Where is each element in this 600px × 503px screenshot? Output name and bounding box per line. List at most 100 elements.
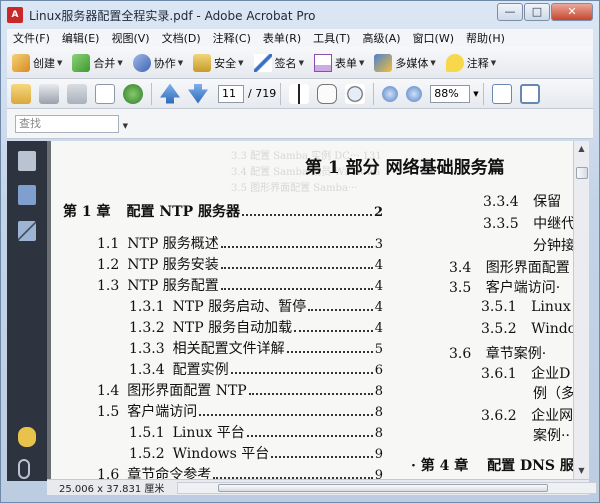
- comment-label: 注释: [466, 56, 489, 70]
- menu-document[interactable]: 文档(D): [156, 30, 207, 46]
- attachments-icon[interactable]: [18, 459, 30, 479]
- toc-entry[interactable]: 3.3.4 保留: [483, 191, 561, 211]
- toc-entry[interactable]: 第 1 章 配置 NTP 服务器 2: [63, 201, 383, 221]
- form-icon: [313, 53, 332, 72]
- page-thumbnails-icon[interactable]: [18, 151, 36, 171]
- toc-title: Windows 平台: [172, 446, 270, 462]
- toc-entry[interactable]: · 第 4 章 配置 DNS 服: [411, 455, 573, 475]
- toc-entry[interactable]: 1.6 章节命令参考 9: [97, 464, 383, 479]
- hand-tool-icon[interactable]: [317, 83, 338, 104]
- secure-button[interactable]: 安全 ▼: [188, 53, 248, 72]
- toc-entry[interactable]: 1.4 图形界面配置 NTP 8: [97, 380, 383, 400]
- find-placeholder: 查找: [19, 116, 41, 130]
- toc-title: 企业D: [531, 366, 571, 382]
- toc-number: 1.4: [97, 383, 120, 399]
- combine-button[interactable]: 合并 ▼: [67, 53, 127, 72]
- toc-entry[interactable]: 3.4 图形界面配置: [449, 257, 570, 277]
- open-folder-icon[interactable]: [11, 83, 31, 104]
- toc-title: 案例··: [533, 428, 570, 444]
- toc-entry[interactable]: 3.5.2 Windo: [481, 321, 573, 337]
- menu-window[interactable]: 窗口(W): [407, 30, 460, 46]
- toc-number: 第 1 章: [63, 204, 111, 220]
- zoom-marquee-icon[interactable]: [345, 83, 366, 104]
- chevron-down-icon[interactable]: ▼: [473, 90, 478, 98]
- toc-entry[interactable]: 1.3 NTP 服务配置 4: [97, 275, 383, 295]
- select-cursor-icon[interactable]: [289, 83, 310, 104]
- acrobat-window: A Linux服务器配置全程实录.pdf - Adobe Acrobat Pro…: [0, 0, 600, 503]
- toc-entry[interactable]: 3.5 客户端访问·: [449, 277, 560, 297]
- toc-leader: [220, 288, 373, 290]
- toc-entry[interactable]: 1.3.1 NTP 服务启动、暂停 4: [129, 296, 383, 316]
- toc-entry[interactable]: 1.3.3 相关配置文件详解 5: [129, 338, 383, 358]
- toc-page: 8: [374, 384, 383, 399]
- minimize-button[interactable]: —: [497, 3, 523, 21]
- page-number-input[interactable]: 11: [218, 84, 244, 103]
- menu-comments[interactable]: 注释(C): [207, 30, 257, 46]
- toc-entry[interactable]: 3.6.2 企业网: [481, 405, 573, 425]
- toc-number: 1.3: [97, 278, 120, 294]
- vertical-scrollbar[interactable]: ▲ ▼: [573, 141, 589, 479]
- next-page-icon[interactable]: [188, 83, 208, 104]
- toc-title: 客户端访问: [127, 404, 198, 420]
- restore-button[interactable]: □: [524, 3, 550, 21]
- menu-edit[interactable]: 编辑(E): [56, 30, 106, 46]
- create-button[interactable]: 创建 ▼: [7, 53, 67, 72]
- window-title: Linux服务器配置全程实录.pdf - Adobe Acrobat Pro: [29, 8, 316, 23]
- scroll-thumb[interactable]: [218, 484, 548, 492]
- toc-title: NTP 服务自动加载: [172, 320, 293, 336]
- toc-entry[interactable]: 3.6 章节案例·: [449, 343, 546, 363]
- window-controls: — □ ✕: [496, 3, 593, 21]
- comments-panel-icon[interactable]: [18, 427, 36, 447]
- menu-file[interactable]: 文件(F): [7, 30, 56, 46]
- toc-entry[interactable]: 案例··: [533, 425, 570, 445]
- horizontal-scrollbar[interactable]: [177, 482, 597, 494]
- multimedia-button[interactable]: 多媒体 ▼: [369, 53, 440, 72]
- toc-page: 4: [374, 321, 383, 336]
- scroll-down-icon[interactable]: ▼: [574, 463, 589, 479]
- print-icon[interactable]: [39, 83, 59, 104]
- toc-entry[interactable]: 3.6.1 企业D: [481, 363, 570, 383]
- toc-entry[interactable]: 1.3.4 配置实例 6: [129, 359, 383, 379]
- fit-page-icon[interactable]: [491, 83, 512, 104]
- close-button[interactable]: ✕: [551, 3, 593, 21]
- menu-tools[interactable]: 工具(T): [307, 30, 356, 46]
- scroll-thumb[interactable]: [576, 167, 588, 179]
- upload-icon[interactable]: [123, 83, 143, 104]
- toc-entry[interactable]: 1.2 NTP 服务安装 4: [97, 254, 383, 274]
- signatures-icon[interactable]: [18, 221, 36, 241]
- zoom-level-field[interactable]: 88%: [430, 84, 471, 103]
- menu-view[interactable]: 视图(V): [105, 30, 155, 46]
- toc-entry[interactable]: 1.5.2 Windows 平台 9: [129, 443, 383, 463]
- toc-number: 1.3.1: [129, 299, 165, 315]
- toc-entry[interactable]: 1.5.1 Linux 平台 8: [129, 422, 383, 442]
- toc-title: 章节案例·: [485, 346, 547, 362]
- comment-button[interactable]: 注释 ▼: [441, 53, 501, 72]
- email-icon[interactable]: [95, 83, 115, 104]
- scroll-up-icon[interactable]: ▲: [574, 141, 589, 157]
- toc-title: 相关配置文件详解: [172, 341, 285, 357]
- document-viewport[interactable]: 3.3 配置 Samba 实例 DC··· 131 3.4 配置 Samba 成…: [47, 141, 573, 479]
- save-icon[interactable]: [67, 83, 87, 104]
- toc-entry[interactable]: 分钟接: [533, 235, 573, 255]
- toc-entry[interactable]: 1.3.2 NTP 服务自动加载 4: [129, 317, 383, 337]
- zoom-out-icon[interactable]: [382, 85, 399, 102]
- full-screen-icon[interactable]: [519, 83, 540, 104]
- chevron-down-icon: ▼: [358, 58, 365, 67]
- toc-entry[interactable]: 例（多: [533, 383, 573, 403]
- toc-entry[interactable]: 1.5 客户端访问 8: [97, 401, 383, 421]
- find-input[interactable]: 查找 ▼: [15, 114, 128, 133]
- previous-page-icon[interactable]: [160, 83, 180, 104]
- collaborate-button[interactable]: 协作 ▼: [128, 53, 188, 72]
- toc-entry[interactable]: 1.1 NTP 服务概述 3: [97, 233, 383, 253]
- toc-entry[interactable]: 3.5.1 Linux: [481, 299, 571, 315]
- toc-entry[interactable]: 3.3.5 中继代: [483, 213, 573, 233]
- chevron-down-icon[interactable]: ▼: [123, 118, 128, 134]
- zoom-in-icon[interactable]: [406, 85, 423, 102]
- menu-help[interactable]: 帮助(H): [460, 30, 511, 46]
- forms-label: 表单: [334, 56, 357, 70]
- sign-button[interactable]: 签名 ▼: [249, 53, 309, 72]
- menu-advanced[interactable]: 高级(A): [356, 30, 406, 46]
- menu-forms[interactable]: 表单(R): [257, 30, 307, 46]
- bookmarks-icon[interactable]: [18, 185, 36, 205]
- forms-button[interactable]: 表单 ▼: [309, 53, 369, 72]
